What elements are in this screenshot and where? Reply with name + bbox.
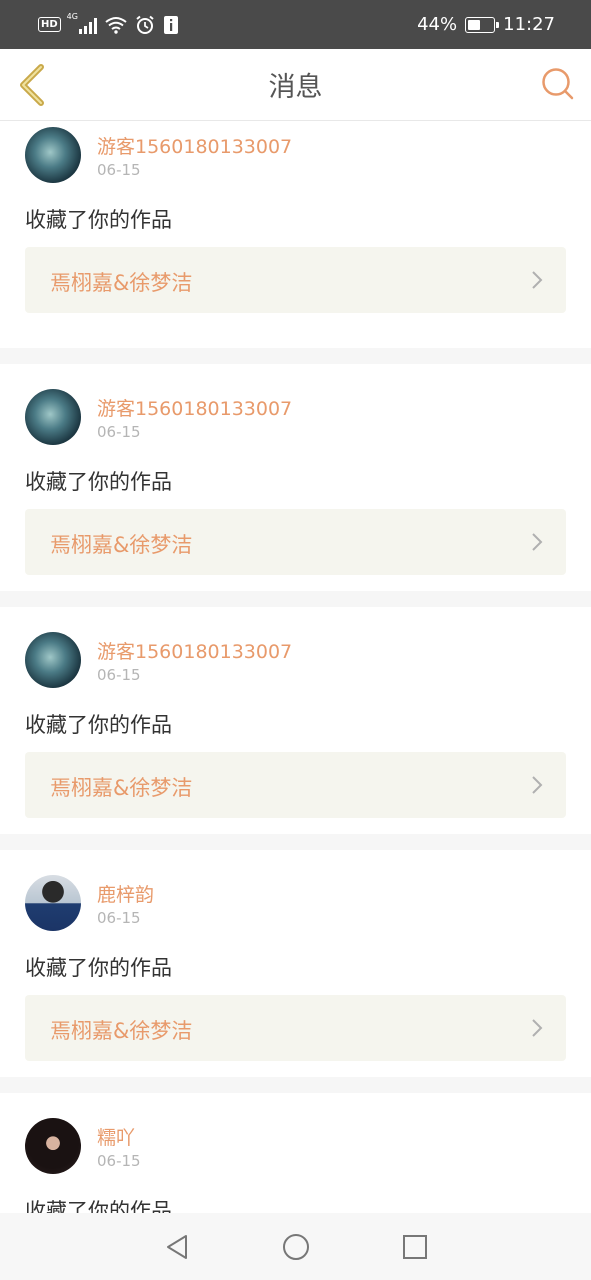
wifi-icon <box>105 16 127 34</box>
message-date: 06-15 <box>97 161 141 179</box>
home-circle-icon[interactable] <box>281 1232 311 1262</box>
notification-icon <box>163 15 178 34</box>
back-triangle-icon[interactable] <box>163 1233 191 1261</box>
work-link[interactable]: 焉栩嘉&徐梦洁 <box>25 509 566 575</box>
recents-square-icon[interactable] <box>401 1233 429 1261</box>
user-avatar[interactable] <box>25 1118 81 1174</box>
message-card: 游客1560180133007 06-15 收藏了你的作品 焉栩嘉&徐梦洁 <box>0 607 591 834</box>
message-action: 收藏了你的作品 <box>25 713 172 737</box>
message-date: 06-15 <box>97 1152 141 1170</box>
message-date: 06-15 <box>97 666 141 684</box>
message-date: 06-15 <box>97 909 141 927</box>
chevron-right-icon <box>532 271 543 289</box>
username[interactable]: 糯吖 <box>97 1123 135 1150</box>
work-title: 焉栩嘉&徐梦洁 <box>50 271 193 295</box>
message-date: 06-15 <box>97 423 141 441</box>
work-title: 焉栩嘉&徐梦洁 <box>50 776 193 800</box>
work-link[interactable]: 焉栩嘉&徐梦洁 <box>25 247 566 313</box>
work-link[interactable]: 焉栩嘉&徐梦洁 <box>25 995 566 1061</box>
user-avatar[interactable] <box>25 632 81 688</box>
user-avatar[interactable] <box>25 127 81 183</box>
user-avatar[interactable] <box>25 875 81 931</box>
system-navbar <box>0 1213 591 1280</box>
chevron-right-icon <box>532 776 543 794</box>
message-action: 收藏了你的作品 <box>25 1199 172 1213</box>
page-title: 消息 <box>268 72 323 103</box>
message-card: 糯吖 06-15 收藏了你的作品 <box>0 1093 591 1213</box>
work-link[interactable]: 焉栩嘉&徐梦洁 <box>25 752 566 818</box>
app-header: 消息 <box>0 49 591 121</box>
status-bar: HD 4G 44% 11:27 <box>0 0 591 49</box>
message-card: 游客1560180133007 06-15 收藏了你的作品 焉栩嘉&徐梦洁 <box>0 121 591 348</box>
message-card: 游客1560180133007 06-15 收藏了你的作品 焉栩嘉&徐梦洁 <box>0 364 591 591</box>
user-avatar[interactable] <box>25 389 81 445</box>
chevron-right-icon <box>532 1019 543 1037</box>
username[interactable]: 游客1560180133007 <box>97 132 292 159</box>
username[interactable]: 鹿梓韵 <box>97 880 154 907</box>
work-title: 焉栩嘉&徐梦洁 <box>50 533 193 557</box>
chevron-right-icon <box>532 533 543 551</box>
battery-percent: 44% <box>417 14 458 35</box>
feed-inner: 游客1560180133007 06-15 收藏了你的作品 焉栩嘉&徐梦洁 游客… <box>0 121 591 1213</box>
username[interactable]: 游客1560180133007 <box>97 394 292 421</box>
signal-icon: 4G <box>67 12 97 34</box>
hd-icon: HD <box>38 17 61 32</box>
message-action: 收藏了你的作品 <box>25 470 172 494</box>
status-left: HD 4G <box>38 12 179 35</box>
alarm-icon <box>136 15 154 34</box>
work-title: 焉栩嘉&徐梦洁 <box>50 1019 193 1043</box>
message-action: 收藏了你的作品 <box>25 956 172 980</box>
battery-icon <box>465 16 500 33</box>
message-action: 收藏了你的作品 <box>25 208 172 232</box>
status-time: 11:27 <box>503 14 555 35</box>
chevron-left-icon[interactable] <box>14 63 50 107</box>
status-right: 44% 11:27 <box>417 14 555 35</box>
username[interactable]: 游客1560180133007 <box>97 637 292 664</box>
message-feed[interactable]: 游客1560180133007 06-15 收藏了你的作品 焉栩嘉&徐梦洁 游客… <box>0 121 591 1213</box>
search-icon[interactable] <box>541 67 575 101</box>
message-card: 鹿梓韵 06-15 收藏了你的作品 焉栩嘉&徐梦洁 <box>0 850 591 1077</box>
